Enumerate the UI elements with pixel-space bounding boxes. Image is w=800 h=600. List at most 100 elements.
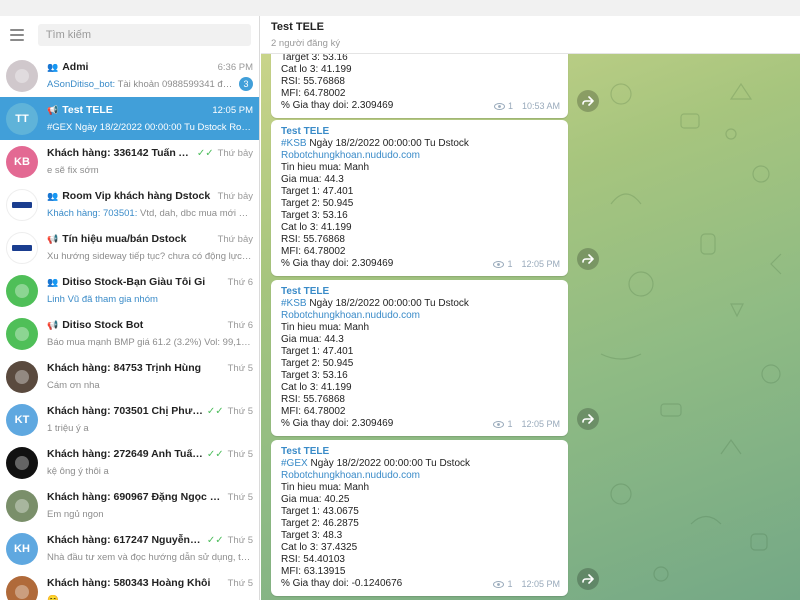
chat-list-item[interactable]: 📢 Tín hiệu mua/bán Dstock Thứ bảy Xu hướng … [0, 226, 259, 269]
chat-time: Thứ 5 [227, 405, 253, 417]
chat-item-preview-row: Nhà đầu tư xem và đọc hướng dẫn sử dụng,… [47, 549, 253, 565]
message-sender[interactable]: Test TELE [281, 126, 558, 138]
avatar: TT [6, 102, 38, 135]
preview-text: Xu hướng sideway tiếp tục? chưa có động … [47, 250, 253, 262]
chat-name: Khách hàng: 336142 Tuấn Anh BBS [47, 147, 193, 159]
message-bubble[interactable]: Test TELE #KSB Ngày 18/2/2022 00:00:00 Tu… [271, 120, 568, 276]
preview-text: 😄 [47, 594, 59, 600]
hamburger-menu-icon[interactable] [10, 25, 30, 45]
message-sender[interactable]: Test TELE [281, 446, 558, 458]
chat-item-header: 👥 Room Vip khách hàng Dstock Thứ bảy [47, 188, 253, 204]
chat-preview: 😄 [47, 595, 253, 600]
chat-item-preview-row: Linh Vũ đã tham gia nhóm [47, 291, 253, 307]
message-area[interactable]: Target 3: 53.16 Cat lo 3: 41.199 RSI: 55.7… [261, 54, 800, 600]
chat-name: Khách hàng: 272649 Anh Tuấn HM [47, 448, 203, 460]
hashtag-link[interactable]: #KSB [281, 138, 307, 149]
hashtag-link[interactable]: #GEX [281, 458, 308, 469]
chat-list-item[interactable]: Khách hàng: 272649 Anh Tuấn HM ✓✓ Thứ 5 kệ … [0, 441, 259, 484]
avatar [6, 360, 38, 393]
forward-arrow-icon [582, 414, 594, 424]
chat-preview: Xu hướng sideway tiếp tục? chưa có động … [47, 251, 253, 262]
chat-list-item[interactable]: 👥 Ditiso Stock-Bạn Giàu Tôi Gi Thứ 6 Linh V… [0, 269, 259, 312]
search-input[interactable] [37, 24, 251, 46]
headline-text: Ngày 18/2/2022 00:00:00 Tu Dstock [306, 298, 469, 309]
chat-list-panel: 👥Admi6:36 PMASonDitiso_bot: Tài khoản 09… [0, 16, 260, 600]
chat-name: Room Vip khách hàng Dstock [62, 190, 211, 202]
preview-text: Tài khoản 0988599341 đã đ... [115, 78, 235, 90]
chat-list-item[interactable]: Khách hàng: 580343 Hoàng Khôi Thứ 5 😄 [0, 570, 259, 600]
message-line: Tin hieu mua: Manh [281, 162, 370, 173]
message-line: MFI: 63.13915 [281, 566, 346, 577]
views-eye-icon [493, 102, 505, 110]
chat-item-body: Khách hàng: 272649 Anh Tuấn HM ✓✓ Thứ 5 kệ … [47, 446, 253, 479]
chat-name: Khách hàng: 580343 Hoàng Khôi [47, 577, 211, 589]
chat-name: Ditiso Stock-Bạn Giàu Tôi Gi [62, 276, 206, 288]
forward-button[interactable] [577, 408, 599, 430]
message-link[interactable]: Robotchungkhoan.nududo.com [281, 150, 558, 162]
chat-time: Thứ 6 [227, 276, 253, 288]
preview-text: 1 triệu ý a [47, 422, 89, 434]
chat-item-header: Khách hàng: 580343 Hoàng Khôi Thứ 5 [47, 575, 253, 591]
chat-preview: #GEX Ngày 18/2/2022 00:00:00 Tu Dstock R… [47, 122, 253, 133]
chat-time: Thứ 6 [227, 319, 253, 331]
message-line: Target 1: 43.0675 [281, 506, 359, 517]
message-line: RSI: 55.76868 [281, 394, 345, 405]
avatar: KT [6, 403, 38, 436]
logo-icon [12, 244, 32, 251]
message-bubble[interactable]: Test TELE #GEX Ngày 18/2/2022 00:00:00 Tu… [271, 440, 568, 596]
headline-text: Ngày 18/2/2022 00:00:00 Tu Dstock [306, 138, 469, 149]
hashtag-link[interactable]: #KSB [281, 298, 307, 309]
chat-time: Thứ bảy [217, 233, 253, 245]
chat-header[interactable]: Test TELE 2 người đăng ký [261, 16, 800, 54]
chat-list-item[interactable]: Khách hàng: 690967 Đặng Ngọc Lợi Thứ 5 Em … [0, 484, 259, 527]
chat-name: Khách hàng: 690967 Đặng Ngọc Lợi [47, 491, 224, 503]
message-time: 12:05 PM [521, 259, 560, 269]
chat-name: Khách hàng: 617247 Nguyễn Huy Hoà... [47, 534, 203, 546]
chat-list-item[interactable]: KB Khách hàng: 336142 Tuấn Anh BBS✓✓Thứ b… [0, 140, 259, 183]
forward-button[interactable] [577, 248, 599, 270]
message-bubble[interactable]: Target 3: 53.16 Cat lo 3: 41.199 RSI: 55.7… [271, 54, 568, 118]
chat-item-header: Khách hàng: 336142 Tuấn Anh BBS✓✓Thứ bảy [47, 145, 253, 161]
forward-arrow-icon [582, 254, 594, 264]
chat-list-item[interactable]: KT Khách hàng: 703501 Chị Phương Thả...✓✓… [0, 398, 259, 441]
message-line: Target 2: 50.945 [281, 198, 354, 209]
message-time: 10:53 AM [521, 101, 560, 111]
chat-list-item[interactable]: KH Khách hàng: 617247 Nguyễn Huy Hoà...✓✓… [0, 527, 259, 570]
chat-list-item[interactable]: TT 📢 Test TELE 12:05 PM #GEX Ngày 18/2/2022 … [0, 97, 259, 140]
avatar-photo-icon [15, 498, 29, 513]
views-eye-icon [493, 420, 505, 428]
avatar-photo-icon [15, 369, 29, 384]
logo-icon [12, 201, 32, 208]
views-eye-icon [493, 580, 505, 588]
message-line: RSI: 55.76868 [281, 234, 345, 245]
message-line: Target 3: 53.16 [281, 370, 348, 381]
chat-title: Test TELE [271, 21, 324, 33]
chat-list-item[interactable]: 👥 Room Vip khách hàng Dstock Thứ bảy Khách … [0, 183, 259, 226]
chat-item-body: 📢 Tín hiệu mua/bán Dstock Thứ bảy Xu hướng … [47, 231, 253, 264]
message-sender[interactable]: Test TELE [281, 286, 558, 298]
chat-item-body: 👥 Room Vip khách hàng Dstock Thứ bảy Khách … [47, 188, 253, 221]
avatar [6, 188, 38, 221]
chat-time: Thứ 5 [227, 362, 253, 374]
message-headline: #GEX Ngày 18/2/2022 00:00:00 Tu Dstock [281, 458, 558, 470]
chat-preview: Cám ơn nha [47, 380, 253, 391]
avatar-photo-icon [15, 326, 29, 341]
preview-text: Nhà đầu tư xem và đọc hướng dẫn sử dụng,… [47, 551, 253, 563]
forward-arrow-icon [582, 96, 594, 106]
preview-text: Cám ơn nha [47, 379, 100, 391]
chat-list-item[interactable]: Khách hàng: 84753 Trịnh Hùng Thứ 5 Cám ơn … [0, 355, 259, 398]
chat-time: 6:36 PM [217, 61, 253, 73]
message-link[interactable]: Robotchungkhoan.nududo.com [281, 310, 558, 322]
message-bubble[interactable]: Test TELE #KSB Ngày 18/2/2022 00:00:00 Tu… [271, 280, 568, 436]
preview-text: Vtd, dah, dbc mua mới đc ... [137, 207, 253, 219]
chat-list-item[interactable]: 👥 Admi 6:36 PM ASonDitiso_bot: Tài khoản 09… [0, 54, 259, 97]
chat-item-body: Khách hàng: 617247 Nguyễn Huy Hoà...✓✓Th… [47, 532, 253, 565]
read-check-icon: ✓✓ [206, 448, 224, 460]
forward-button[interactable] [577, 90, 599, 112]
message-link[interactable]: Robotchungkhoan.nududo.com [281, 470, 558, 482]
chat-name: Test TELE [62, 104, 113, 116]
preview-sender: Linh Vũ đã tham gia nhóm [47, 293, 158, 305]
chat-list-item[interactable]: 📢 Ditiso Stock Bot Thứ 6 Báo mua mạnh BMP g… [0, 312, 259, 355]
forward-button[interactable] [577, 568, 599, 590]
view-count: 1 [507, 259, 513, 269]
